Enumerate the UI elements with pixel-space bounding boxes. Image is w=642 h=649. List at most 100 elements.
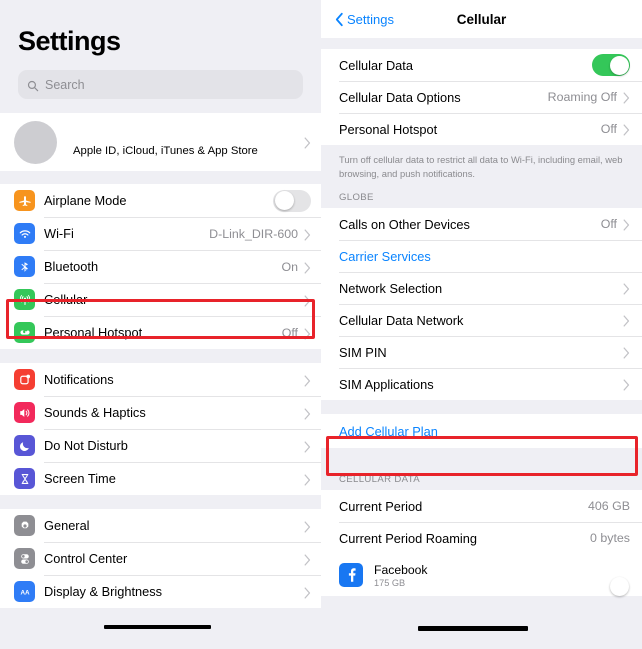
bluetooth-right: On [281,260,311,274]
apple-id-row[interactable]: Apple ID, iCloud, iTunes & App Store [0,113,321,171]
avatar [14,120,57,164]
row-label: Cellular Data Network [339,312,464,328]
wifi-value: D-Link_DIR-600 [209,226,298,241]
hotspot-icon [14,322,35,343]
chevron-right-icon [623,123,630,136]
screenshot-root: Settings Search Apple ID, iCloud, iTunes… [0,0,642,649]
sounds-right [304,407,311,420]
sidebar-item-label: Airplane Mode [44,193,127,208]
sidebar-item-do-not-disturb[interactable]: Do Not Disturb [0,429,321,462]
chevron-right-icon [623,282,630,295]
cellular-data-control [592,54,630,76]
row-label: Carrier Services [339,248,431,264]
sidebar-item-label: Bluetooth [44,259,99,274]
sidebar-spacer-4 [0,495,321,509]
app-name: Facebook [374,562,428,577]
chevron-right-icon [623,378,630,391]
sidebar-group-alerts: Notifications Sounds & Haptics Do Not Di… [0,363,321,495]
cellular-right [304,294,311,307]
facebook-icon [339,563,363,588]
search-input[interactable]: Search [18,70,303,99]
apple-id-right [304,136,311,149]
sidebar-item-bluetooth[interactable]: Bluetooth On [0,250,321,283]
row-personal-hotspot[interactable]: Personal Hotspot Off [321,113,642,145]
display-right [304,586,311,599]
sidebar-item-sounds-haptics[interactable]: Sounds & Haptics [0,396,321,429]
row-current-period-roaming: Current Period Roaming 0 bytes [321,522,642,555]
row-label: Calls on Other Devices [339,216,470,232]
sidebar-item-label: Wi-Fi [44,226,74,241]
row-sim-applications[interactable]: SIM Applications [321,368,642,401]
cellular-icon [14,289,35,310]
row-sim-pin[interactable]: SIM PIN [321,336,642,369]
chevron-right-icon [304,407,311,420]
row-cellular-data[interactable]: Cellular Data [321,49,642,81]
row-cellular-data-network[interactable]: Cellular Data Network [321,304,642,337]
carrier-group: Calls on Other Devices Off Carrier Servi… [321,208,642,401]
sidebar-item-wifi[interactable]: Wi-Fi D-Link_DIR-600 [0,217,321,250]
page-title: Settings [18,26,121,56]
sidebar-item-notifications[interactable]: Notifications [0,363,321,396]
cellular-data-network-right [623,314,630,327]
sidebar-item-label: Control Center [44,551,128,566]
row-value: Off [600,122,617,136]
screen-time-right [304,473,311,486]
row-app-facebook[interactable]: Facebook 175 GB [321,554,642,597]
sidebar-item-general[interactable]: General [0,509,321,542]
moon-icon [14,435,35,456]
sidebar-spacer-3 [0,349,321,363]
sidebar-item-personal-hotspot[interactable]: Personal Hotspot Off [0,316,321,349]
chevron-right-icon [304,553,311,566]
sim-pin-right [623,346,630,359]
bluetooth-icon [14,256,35,277]
row-label: Add Cellular Plan [339,423,438,439]
row-calls-on-other-devices[interactable]: Calls on Other Devices Off [321,208,642,241]
section-header-cellular-data: CELLULAR DATA [321,448,642,491]
airplane-mode-toggle[interactable] [273,189,311,212]
gear-icon [14,515,35,536]
svg-text:AA: AA [20,589,30,596]
chevron-right-icon [623,314,630,327]
row-label: Personal Hotspot [339,121,438,137]
airplane-mode-control [273,189,311,212]
display-brightness-icon: AA [14,581,35,602]
chevron-right-icon [304,327,311,340]
row-cellular-data-options[interactable]: Cellular Data Options Roaming Off [321,81,642,113]
sidebar-item-label: Personal Hotspot [44,325,143,340]
wifi-right: D-Link_DIR-600 [209,227,311,241]
sidebar-item-airplane-mode[interactable]: Airplane Mode [0,184,321,217]
sidebar-item-label: Display & Brightness [44,584,163,599]
row-carrier-services[interactable]: Carrier Services [321,240,642,273]
add-plan-group: Add Cellular Plan [321,414,642,449]
chevron-right-icon [623,91,630,104]
sidebar-item-cellular[interactable]: Cellular [0,283,321,316]
sidebar-item-display-brightness[interactable]: AA Display & Brightness [0,575,321,608]
sidebar-item-control-center[interactable]: Control Center [0,542,321,575]
sidebar-item-screen-time[interactable]: Screen Time [0,462,321,495]
row-label: Cellular Data [339,57,413,73]
row-label: SIM Applications [339,376,434,392]
dnd-right [304,440,311,453]
sim-applications-right [623,378,630,391]
row-value: Off [600,217,617,232]
control-center-right [304,553,311,566]
facebook-text: Facebook 175 GB [374,563,428,588]
row-value: 0 bytes [590,531,630,546]
chevron-right-icon [304,520,311,533]
chevron-right-icon [304,473,311,486]
row-network-selection[interactable]: Network Selection [321,272,642,305]
cellular-data-toggle[interactable] [592,54,630,76]
section-header-globe: GLOBE [321,182,642,209]
current-period-roaming-right: 0 bytes [590,531,630,545]
row-add-cellular-plan[interactable]: Add Cellular Plan [321,414,642,449]
row-value: 406 GB [587,499,630,514]
row-label: Current Period Roaming [339,530,477,546]
current-period-right: 406 GB [588,499,630,513]
sidebar-item-label: Cellular [44,292,88,307]
row-value: Roaming Off [547,90,617,104]
search-placeholder: Search [45,77,85,92]
back-button[interactable]: Settings [335,12,394,27]
hotspot-value: Off [281,325,298,340]
chevron-right-icon [304,374,311,387]
sidebar-group-system: General Control Center AA Display & Brig… [0,509,321,608]
